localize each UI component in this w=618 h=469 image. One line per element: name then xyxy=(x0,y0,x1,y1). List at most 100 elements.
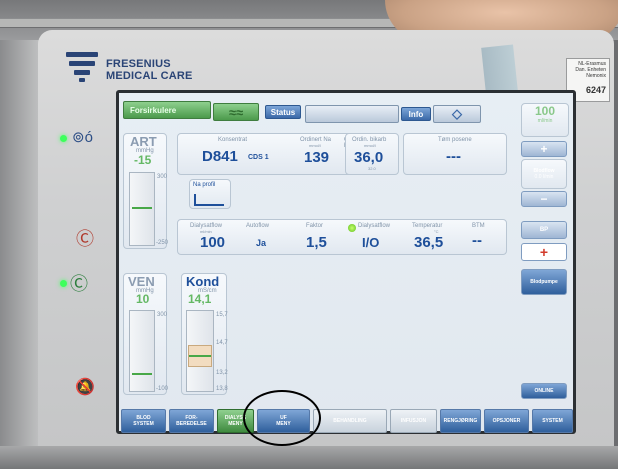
empty-topbar-field xyxy=(305,105,399,123)
art-level-marker xyxy=(132,207,152,209)
art-scale-bottom: -250 xyxy=(156,240,169,246)
nav-8-line1: SYSTEM xyxy=(542,418,563,424)
cross-button[interactable]: + xyxy=(521,243,567,261)
ven-pressure-panel: VEN mmHg 10 300 -100 xyxy=(123,273,169,395)
highlight-circle xyxy=(243,390,321,446)
nav-behandling[interactable]: BEHANDLING xyxy=(312,409,388,433)
konsentrat-header: Konsentrat xyxy=(218,137,248,143)
blood-pump-label: Blodpumpe xyxy=(530,279,558,285)
concentrate-sub: CDS 1 xyxy=(248,154,269,161)
dialysate-status-led xyxy=(348,224,356,232)
nav-6-line1: RENGJØRING xyxy=(443,418,478,424)
concentrate-panel[interactable]: Konsentrat Ordinert Na Ordin. bikarb D84… xyxy=(177,133,373,175)
dialysate-panel[interactable]: Dialysatflow ml/min 100 Autoflow Ja Fakt… xyxy=(177,219,507,255)
nav-7-line1: OPSJONER xyxy=(492,418,521,424)
na-profile-label: Na profil xyxy=(193,182,216,188)
dialysate-header-3: Dialysatflow xyxy=(358,223,391,229)
droplet-icon[interactable]: ◇ xyxy=(433,105,481,123)
machine-bottom xyxy=(0,446,618,469)
status-led xyxy=(60,135,67,142)
ven-scale-bottom: -100 xyxy=(156,386,169,392)
blood-pump-icon[interactable]: ⊚ó xyxy=(72,128,93,146)
art-pressure-panel: ART mmHg -15 300 -250 xyxy=(123,133,169,249)
info-label: Info xyxy=(408,109,424,119)
bikarb-panel[interactable]: Ordin. bikarb mmol/l 36,0 32.0 xyxy=(345,133,399,175)
touch-screen: Forsirkulere ≈≈ Status Info ◇ 100 ml/min… xyxy=(116,90,576,434)
pump-run-icon[interactable]: Ⓒ xyxy=(70,270,88,296)
bikarb-sub: 32.0 xyxy=(368,166,376,171)
rate-value: 100 xyxy=(534,104,556,118)
rate-unit: ml/min xyxy=(537,118,553,124)
dialysate-value-2: 1,5 xyxy=(306,234,327,251)
nav-system[interactable]: SYSTEM xyxy=(531,409,573,433)
online-label: ONLINE xyxy=(534,388,554,394)
nav-4-line1: BEHANDLING xyxy=(333,418,367,424)
dialysate-value-0: 100 xyxy=(200,234,226,251)
kond-tick-0: 15,7 xyxy=(216,312,228,318)
alarm-mute-icon[interactable]: 🔕 xyxy=(75,377,95,397)
na-value: 139 xyxy=(304,149,330,166)
plus-label: + xyxy=(540,142,548,156)
dialysate-header-5: BTM xyxy=(472,223,485,229)
nav-infusjon[interactable]: INFUSJON xyxy=(390,409,437,433)
profile-graph-line xyxy=(194,204,224,206)
nav-forberedelse[interactable]: FOR- BEREDELSE xyxy=(168,409,214,433)
bikarb-unit: mmol/l xyxy=(364,143,376,148)
dialysate-header-2: Faktor xyxy=(306,223,324,229)
brand-line2: MEDICAL CARE xyxy=(106,70,193,82)
ven-level-marker xyxy=(132,373,152,375)
online-button[interactable]: ONLINE xyxy=(521,383,567,399)
na-profile-button[interactable]: Na profil xyxy=(189,179,231,209)
nav-1-line2: BEREDELSE xyxy=(176,421,207,427)
kond-tick-3: 13,8 xyxy=(216,386,228,392)
nav-blodsystem[interactable]: BLOD SYSTEM xyxy=(121,409,166,433)
dialysate-value-1: Ja xyxy=(256,238,267,248)
blood-pump-button[interactable]: Blodpumpe xyxy=(521,269,567,295)
info-button[interactable]: Info xyxy=(401,107,431,121)
art-value: -15 xyxy=(134,153,152,167)
nav-5-line1: INFUSJON xyxy=(400,418,427,424)
bottom-nav: BLOD SYSTEM FOR- BEREDELSE DIALYSE MENY UF M… xyxy=(121,409,573,433)
dialysate-value-4: 36,5 xyxy=(414,234,444,251)
increase-button[interactable]: + xyxy=(521,141,567,157)
dialysate-value-5: -- xyxy=(472,232,482,249)
rate-display: 100 ml/min xyxy=(521,103,569,137)
fresenius-logo-icon xyxy=(66,52,98,82)
blodflow-value: 0.0 l/min xyxy=(534,174,554,180)
flow-wave-icon[interactable]: ≈≈ xyxy=(213,103,259,121)
art-scale-top: 300 xyxy=(157,174,168,180)
concentrate-name: D841 xyxy=(202,148,238,165)
ven-label: VEN xyxy=(128,274,155,289)
na-unit: mmol/l xyxy=(309,143,321,148)
decrease-button[interactable]: − xyxy=(521,191,567,207)
nav-rengjoring[interactable]: RENGJØRING xyxy=(439,409,481,433)
art-label: ART xyxy=(130,134,157,149)
mode-button[interactable]: Forsirkulere xyxy=(123,101,211,119)
brand-line1: FRESENIUS xyxy=(106,58,171,70)
cross-label: + xyxy=(539,244,549,260)
status-button[interactable]: Status xyxy=(265,105,301,119)
kond-tick-1: 14,7 xyxy=(216,340,228,346)
kond-tick-2: 13,2 xyxy=(216,370,228,376)
nav-opsjoner[interactable]: OPSJONER xyxy=(484,409,529,433)
ven-scale-top: 300 xyxy=(157,312,168,318)
tom-posene-panel[interactable]: Tøm posene --- xyxy=(403,133,507,175)
brand-name: FRESENIUS MEDICAL CARE xyxy=(106,58,193,82)
pump-stop-icon[interactable]: Ⓒ xyxy=(76,230,94,248)
kond-level-marker xyxy=(189,355,211,357)
bp-label: BP xyxy=(539,227,549,233)
kond-label: Kond xyxy=(186,274,220,289)
art-bar xyxy=(129,172,155,246)
ven-value: 10 xyxy=(136,292,150,306)
sticker-text: NL-Erasmus Dan. Enheten Nemonix xyxy=(575,61,606,79)
bp-button[interactable]: BP xyxy=(521,221,567,239)
mode-label: Forsirkulere xyxy=(130,105,177,115)
status-label: Status xyxy=(270,107,296,117)
kond-bar xyxy=(186,310,214,392)
ven-bar xyxy=(129,310,155,392)
blodflow-display: Blodflow 0.0 l/min xyxy=(521,159,567,189)
tom-posene-header: Tøm posene xyxy=(438,137,472,143)
kond-value: 14,1 xyxy=(188,292,212,306)
dialysate-header-1: Autoflow xyxy=(246,223,270,229)
status-led-2 xyxy=(60,280,67,287)
